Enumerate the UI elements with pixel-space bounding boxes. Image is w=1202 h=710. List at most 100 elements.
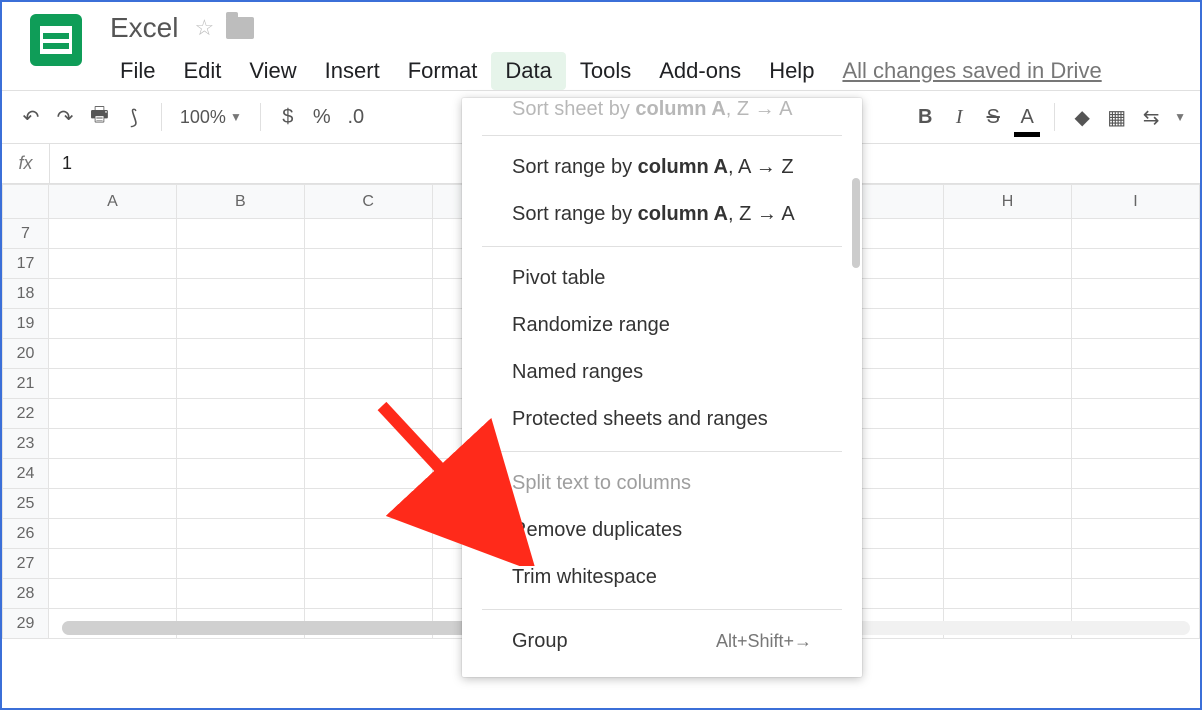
- col-header[interactable]: I: [1072, 185, 1200, 219]
- cell[interactable]: [304, 519, 432, 549]
- row-header[interactable]: 26: [3, 519, 49, 549]
- cell[interactable]: [1072, 369, 1200, 399]
- cell[interactable]: [176, 339, 304, 369]
- drive-save-status[interactable]: All changes saved in Drive: [828, 52, 1115, 90]
- cell[interactable]: [1072, 219, 1200, 249]
- undo-icon[interactable]: ↶: [16, 100, 46, 134]
- cell[interactable]: [176, 489, 304, 519]
- cell[interactable]: [304, 489, 432, 519]
- cell[interactable]: [944, 489, 1072, 519]
- row-header[interactable]: 19: [3, 309, 49, 339]
- menu-view[interactable]: View: [235, 52, 310, 90]
- menu-item-sort-sheet-za[interactable]: Sort sheet by column A, Z → A: [462, 98, 862, 127]
- cell[interactable]: [49, 429, 177, 459]
- cell[interactable]: [176, 579, 304, 609]
- zoom-select[interactable]: 100%▼: [174, 100, 248, 134]
- menu-data[interactable]: Data: [491, 52, 565, 90]
- cell[interactable]: [304, 399, 432, 429]
- col-header[interactable]: C: [304, 185, 432, 219]
- menu-item-trim-whitespace[interactable]: Trim whitespace: [462, 554, 862, 601]
- cell[interactable]: [49, 219, 177, 249]
- row-header[interactable]: 17: [3, 249, 49, 279]
- cell[interactable]: [176, 219, 304, 249]
- menu-addons[interactable]: Add-ons: [645, 52, 755, 90]
- cell[interactable]: [304, 429, 432, 459]
- cell[interactable]: [304, 279, 432, 309]
- menu-help[interactable]: Help: [755, 52, 828, 90]
- cell[interactable]: [1072, 579, 1200, 609]
- format-percent-button[interactable]: %: [307, 100, 337, 134]
- cell[interactable]: [49, 519, 177, 549]
- cell[interactable]: [49, 309, 177, 339]
- row-header[interactable]: 22: [3, 399, 49, 429]
- cell[interactable]: [176, 519, 304, 549]
- cell[interactable]: [944, 339, 1072, 369]
- redo-icon[interactable]: ↷: [50, 100, 80, 134]
- menu-edit[interactable]: Edit: [169, 52, 235, 90]
- cell[interactable]: [944, 219, 1072, 249]
- cell[interactable]: [49, 459, 177, 489]
- row-header[interactable]: 29: [3, 609, 49, 639]
- cell[interactable]: [304, 549, 432, 579]
- cell[interactable]: [49, 369, 177, 399]
- row-header[interactable]: 25: [3, 489, 49, 519]
- cell[interactable]: [944, 459, 1072, 489]
- italic-button[interactable]: I: [944, 100, 974, 134]
- row-header[interactable]: 7: [3, 219, 49, 249]
- col-header[interactable]: H: [944, 185, 1072, 219]
- menu-item-group[interactable]: Group Alt+Shift+→: [462, 618, 862, 665]
- cell[interactable]: [49, 399, 177, 429]
- cell[interactable]: [176, 369, 304, 399]
- cell[interactable]: [304, 339, 432, 369]
- cell[interactable]: [49, 249, 177, 279]
- menu-insert[interactable]: Insert: [311, 52, 394, 90]
- star-icon[interactable]: ☆: [194, 15, 214, 41]
- cell[interactable]: [176, 309, 304, 339]
- row-header[interactable]: 23: [3, 429, 49, 459]
- cell[interactable]: [176, 399, 304, 429]
- cell[interactable]: [1072, 309, 1200, 339]
- cell[interactable]: [1072, 489, 1200, 519]
- menu-file[interactable]: File: [106, 52, 169, 90]
- row-header[interactable]: 21: [3, 369, 49, 399]
- cell[interactable]: [304, 219, 432, 249]
- paint-format-icon[interactable]: ⟆: [119, 100, 149, 134]
- cell[interactable]: [944, 399, 1072, 429]
- formula-input[interactable]: 1: [50, 153, 84, 174]
- row-header[interactable]: 18: [3, 279, 49, 309]
- select-all-corner[interactable]: [3, 185, 49, 219]
- cell[interactable]: [944, 549, 1072, 579]
- cell[interactable]: [944, 279, 1072, 309]
- doc-title[interactable]: Excel: [106, 10, 182, 46]
- cell[interactable]: [304, 249, 432, 279]
- row-header[interactable]: 28: [3, 579, 49, 609]
- col-header[interactable]: B: [176, 185, 304, 219]
- strikethrough-button[interactable]: S: [978, 100, 1008, 134]
- cell[interactable]: [1072, 429, 1200, 459]
- menu-item-protected-sheets[interactable]: Protected sheets and ranges: [462, 396, 862, 443]
- menu-item-pivot-table[interactable]: Pivot table: [462, 255, 862, 302]
- cell[interactable]: [1072, 459, 1200, 489]
- menu-format[interactable]: Format: [394, 52, 492, 90]
- row-header[interactable]: 24: [3, 459, 49, 489]
- borders-icon[interactable]: ▦: [1101, 100, 1132, 134]
- menu-item-sort-range-za[interactable]: Sort range by column A, Z → A: [462, 191, 862, 238]
- format-currency-button[interactable]: $: [273, 100, 303, 134]
- cell[interactable]: [176, 429, 304, 459]
- cell[interactable]: [176, 459, 304, 489]
- cell[interactable]: [944, 579, 1072, 609]
- cell[interactable]: [304, 459, 432, 489]
- col-header[interactable]: A: [49, 185, 177, 219]
- cell[interactable]: [49, 279, 177, 309]
- cell[interactable]: [944, 369, 1072, 399]
- menu-item-randomize-range[interactable]: Randomize range: [462, 302, 862, 349]
- bold-button[interactable]: B: [910, 100, 940, 134]
- print-icon[interactable]: 🖶: [84, 100, 115, 134]
- cell[interactable]: [1072, 249, 1200, 279]
- menu-item-named-ranges[interactable]: Named ranges: [462, 349, 862, 396]
- cell[interactable]: [1072, 339, 1200, 369]
- dropdown-scrollbar[interactable]: [852, 178, 860, 268]
- cell[interactable]: [1072, 519, 1200, 549]
- decrease-decimal-button[interactable]: .0: [341, 100, 371, 134]
- cell[interactable]: [944, 519, 1072, 549]
